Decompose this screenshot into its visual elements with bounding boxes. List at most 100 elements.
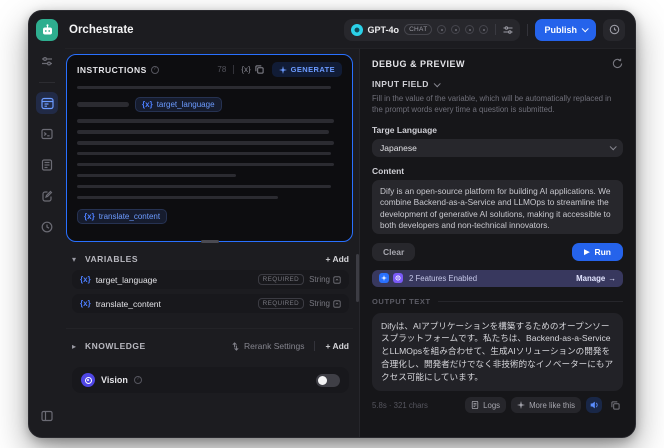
- variable-type: String: [309, 275, 330, 284]
- openai-icon: [350, 23, 363, 36]
- required-badge: REQUIRED: [257, 298, 305, 309]
- chevron-down-icon[interactable]: ▾: [72, 255, 80, 264]
- model-selector[interactable]: GPT-4o CHAT: [343, 18, 521, 41]
- capability-icon-3: [465, 25, 475, 34]
- clear-button[interactable]: Clear: [372, 242, 416, 261]
- capability-icon-4: [479, 25, 489, 34]
- output-text-header: OUTPUT TEXT: [372, 297, 623, 306]
- copy-icon: [610, 400, 620, 410]
- sparkle-icon: [517, 401, 526, 410]
- output-text-title: OUTPUT TEXT: [372, 296, 431, 306]
- copy-output-button[interactable]: [607, 397, 623, 413]
- variable-icon: {x}: [80, 275, 91, 284]
- variable-chip-label: translate_content: [98, 211, 161, 221]
- logs-button[interactable]: Logs: [465, 397, 507, 414]
- char-count: 78: [217, 65, 227, 74]
- desktop-background: Orchestrate GPT-4o CHAT Publish INSTRUCT…: [0, 0, 664, 448]
- add-variable-button[interactable]: + Add: [325, 254, 349, 264]
- scrollbar-thumb[interactable]: [356, 254, 359, 302]
- variable-icon: {x}: [142, 99, 153, 109]
- vision-icon: [81, 373, 95, 387]
- chevron-down-icon: [609, 143, 617, 151]
- generate-label: GENERATE: [290, 65, 335, 74]
- insert-variable-icon[interactable]: {x}: [241, 65, 250, 74]
- sidebar-item-api-access[interactable]: [36, 123, 58, 145]
- variable-chip-target-language[interactable]: {x} target_language: [135, 96, 222, 112]
- toolbar-divider: [233, 65, 235, 74]
- content-label: Content: [372, 165, 405, 176]
- speaker-icon: [590, 401, 598, 409]
- variables-title: VARIABLES: [85, 254, 138, 264]
- left-nav-sidebar: [29, 11, 65, 437]
- change-type-icon[interactable]: [333, 275, 341, 284]
- publish-button[interactable]: Publish: [535, 18, 596, 41]
- divider: [314, 341, 316, 351]
- input-field-title: INPUT FIELD: [372, 79, 429, 89]
- collapse-sidebar-icon[interactable]: [36, 405, 58, 427]
- divider-line: [437, 300, 623, 302]
- capability-icon-1: [437, 25, 447, 34]
- knowledge-title: KNOWLEDGE: [85, 341, 146, 351]
- app-title: Orchestrate: [69, 23, 134, 36]
- variable-chip-translate-content[interactable]: {x} translate_content: [77, 208, 168, 224]
- knowledge-section-header: ▸ KNOWLEDGE Rerank Settings + Add: [72, 341, 349, 351]
- refresh-icon[interactable]: [612, 58, 623, 69]
- feature-icon-1: [379, 273, 389, 284]
- generate-button[interactable]: GENERATE: [271, 62, 342, 77]
- content-textarea[interactable]: Dify is an open-source platform for buil…: [372, 179, 623, 234]
- output-text-bubble: Difyは、AIアプリケーションを構築するためのオープンソースプラットフォームで…: [372, 312, 623, 392]
- features-enabled-bar: 2 Features Enabled Manage →: [372, 269, 623, 287]
- prompt-text-line: [77, 195, 279, 200]
- resize-drag-handle[interactable]: [200, 240, 219, 243]
- variables-section-header: ▾ VARIABLES + Add: [72, 254, 349, 264]
- read-aloud-button[interactable]: [586, 397, 602, 414]
- chevron-right-icon[interactable]: ▸: [72, 342, 80, 351]
- app-avatar-robot-icon[interactable]: [36, 19, 58, 41]
- sidebar-item-logs[interactable]: [36, 154, 58, 176]
- version-history-button[interactable]: [603, 18, 625, 41]
- sidebar-item-monitoring[interactable]: [36, 216, 58, 238]
- chevron-down-icon: [433, 79, 441, 87]
- output-stats: 5.8s · 321 chars: [372, 400, 428, 410]
- run-button[interactable]: ▶ Run: [572, 242, 623, 261]
- feature-icon-2: [393, 273, 403, 284]
- copy-icon[interactable]: [255, 65, 264, 74]
- variable-row-target-language[interactable]: {x} target_language REQUIRED String: [72, 270, 349, 289]
- variable-type: String: [309, 299, 330, 308]
- instructions-editor[interactable]: INSTRUCTIONS ? 78 {x} GENERATE {x} targe…: [66, 54, 353, 243]
- rerank-settings-button[interactable]: Rerank Settings: [231, 341, 304, 351]
- input-field-description: Fill in the value of the variable, which…: [372, 94, 612, 115]
- target-language-select[interactable]: Japanese: [372, 138, 623, 157]
- prompt-text-line: [77, 119, 335, 123]
- debug-preview-panel: DEBUG & PREVIEW INPUT FIELD Fill in the …: [359, 49, 635, 437]
- input-field-section-header[interactable]: INPUT FIELD: [372, 79, 623, 89]
- variable-name: translate_content: [95, 298, 161, 309]
- target-language-value: Japanese: [380, 142, 417, 153]
- model-settings-icon[interactable]: [36, 50, 58, 72]
- orchestrate-panel: INSTRUCTIONS ? 78 {x} GENERATE {x} targe…: [65, 49, 359, 437]
- play-icon: ▶: [584, 248, 590, 256]
- variable-row-translate-content[interactable]: {x} translate_content REQUIRED String: [72, 294, 349, 313]
- prompt-text-line: [77, 184, 332, 189]
- top-header-bar: Orchestrate GPT-4o CHAT Publish: [65, 11, 635, 49]
- publish-label: Publish: [544, 24, 577, 35]
- rerank-icon: [232, 341, 239, 351]
- model-mode-badge: CHAT: [404, 24, 433, 35]
- manage-features-button[interactable]: Manage →: [576, 274, 616, 283]
- pill-divider: [495, 24, 497, 35]
- add-knowledge-button[interactable]: + Add: [325, 341, 349, 351]
- change-type-icon[interactable]: [333, 299, 341, 308]
- target-language-label: Targe Language: [372, 124, 438, 135]
- chevron-down-icon: [581, 25, 589, 33]
- sidebar-item-orchestrate[interactable]: [36, 92, 58, 114]
- more-like-this-button[interactable]: More like this: [511, 397, 581, 414]
- variable-icon: {x}: [80, 299, 91, 308]
- variable-icon: {x}: [84, 211, 95, 221]
- variable-name: target_language: [95, 274, 158, 285]
- model-parameters-icon[interactable]: [503, 25, 513, 35]
- required-badge: REQUIRED: [257, 274, 305, 285]
- capability-icon-2: [451, 25, 461, 34]
- vision-toggle[interactable]: [316, 373, 340, 387]
- sidebar-item-annotations[interactable]: [36, 185, 58, 207]
- header-divider: [527, 23, 529, 36]
